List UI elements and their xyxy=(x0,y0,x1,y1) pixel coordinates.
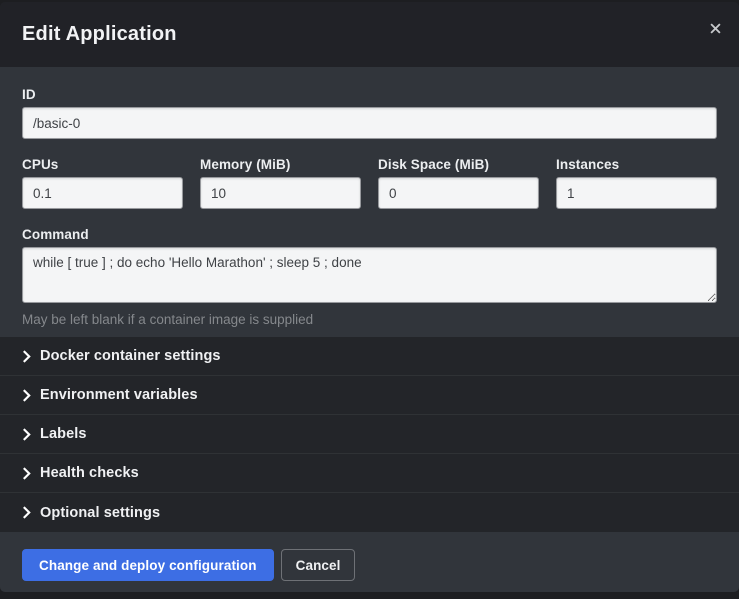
cpus-field-group: CPUs xyxy=(22,157,183,209)
instances-label: Instances xyxy=(556,157,717,172)
modal-footer: Change and deploy configuration Cancel xyxy=(0,532,739,592)
command-label: Command xyxy=(22,227,717,242)
id-input[interactable] xyxy=(22,107,717,139)
section-optional-settings[interactable]: Optional settings xyxy=(0,493,739,532)
section-label: Environment variables xyxy=(40,387,198,403)
edit-application-modal: Edit Application ID CPUs Memory (MiB) Di… xyxy=(0,2,739,592)
chevron-right-icon xyxy=(22,467,31,480)
change-and-deploy-button[interactable]: Change and deploy configuration xyxy=(22,549,274,581)
accordion-sections: Docker container settings Environment va… xyxy=(0,337,739,532)
command-help-text: May be left blank if a container image i… xyxy=(22,312,717,327)
section-health-checks[interactable]: Health checks xyxy=(0,454,739,493)
section-environment-variables[interactable]: Environment variables xyxy=(0,376,739,415)
cpus-label: CPUs xyxy=(22,157,183,172)
section-docker-container-settings[interactable]: Docker container settings xyxy=(0,337,739,376)
section-label: Labels xyxy=(40,426,87,442)
id-field-group: ID xyxy=(22,87,717,139)
section-label: Health checks xyxy=(40,465,139,481)
memory-input[interactable] xyxy=(200,177,361,209)
modal-body: ID CPUs Memory (MiB) Disk Space (MiB) In… xyxy=(0,67,739,337)
instances-field-group: Instances xyxy=(556,157,717,209)
chevron-right-icon xyxy=(22,389,31,402)
disk-label: Disk Space (MiB) xyxy=(378,157,539,172)
memory-field-group: Memory (MiB) xyxy=(200,157,361,209)
close-icon[interactable] xyxy=(706,19,724,37)
command-textarea[interactable]: while [ true ] ; do echo 'Hello Marathon… xyxy=(22,247,717,303)
chevron-right-icon xyxy=(22,350,31,363)
id-label: ID xyxy=(22,87,717,102)
instances-input[interactable] xyxy=(556,177,717,209)
cpus-input[interactable] xyxy=(22,177,183,209)
modal-header: Edit Application xyxy=(0,2,739,67)
modal-title: Edit Application xyxy=(22,23,177,46)
close-x-glyph xyxy=(710,23,721,34)
section-label: Docker container settings xyxy=(40,348,221,364)
resources-row: CPUs Memory (MiB) Disk Space (MiB) Insta… xyxy=(22,157,717,209)
cancel-button[interactable]: Cancel xyxy=(281,549,356,581)
command-field-group: Command while [ true ] ; do echo 'Hello … xyxy=(22,227,717,327)
disk-field-group: Disk Space (MiB) xyxy=(378,157,539,209)
memory-label: Memory (MiB) xyxy=(200,157,361,172)
chevron-right-icon xyxy=(22,506,31,519)
chevron-right-icon xyxy=(22,428,31,441)
disk-input[interactable] xyxy=(378,177,539,209)
section-label: Optional settings xyxy=(40,505,160,521)
section-labels[interactable]: Labels xyxy=(0,415,739,454)
